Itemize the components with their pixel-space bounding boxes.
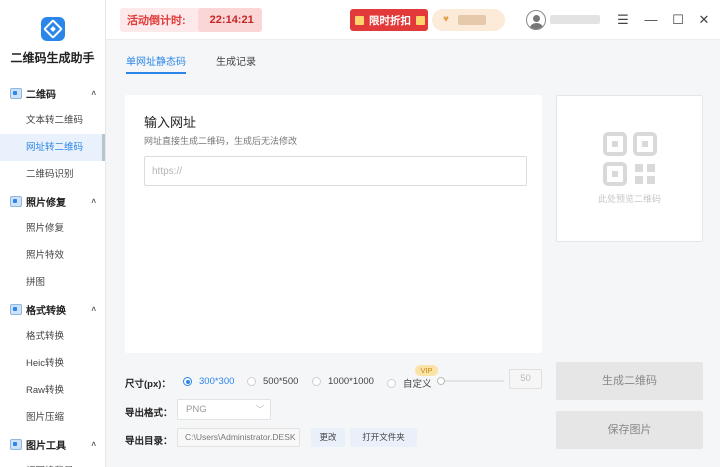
- promo-label: 限时折扣: [369, 14, 411, 27]
- directory-label: 导出目录：: [125, 436, 173, 447]
- sidebar-item-cutout[interactable]: 抠图换背景: [0, 458, 105, 467]
- open-folder-button[interactable]: 打开文件夹: [350, 428, 417, 447]
- input-panel-hint: 网址直接生成二维码，生成后无法修改: [144, 136, 298, 146]
- chevron-down-icon: ﹀: [256, 405, 264, 414]
- sidebar-nav: 二维码 ˄ 文本转二维码 网址转二维码 二维码识别 照片修复 ˄ 照片修复 照片…: [0, 80, 105, 467]
- app-brand: 二维码生成助手: [0, 0, 105, 80]
- countdown-banner[interactable]: 活动倒计时: 22:14:21: [120, 8, 262, 32]
- sidebar-group-label: 格式转换: [26, 306, 66, 317]
- sidebar-item-text-to-qrcode[interactable]: 文本转二维码: [0, 107, 105, 134]
- size-option-label: 自定义: [403, 379, 432, 390]
- sidebar-item-qrcode-recognize[interactable]: 二维码识别: [0, 161, 105, 188]
- generate-qrcode-button[interactable]: 生成二维码: [556, 362, 703, 400]
- main-content: 单网址静态码 生成记录 输入网址 网址直接生成二维码，生成后无法修改 此处预览二…: [106, 40, 720, 467]
- sidebar-item-collage[interactable]: 拼图: [0, 269, 105, 296]
- sidebar-item-photo-repair[interactable]: 照片修复: [0, 215, 105, 242]
- maximize-icon[interactable]: ☐: [669, 11, 687, 29]
- app-title: 二维码生成助手: [10, 51, 95, 65]
- custom-size-slider-track[interactable]: [444, 380, 504, 382]
- top-bar: 活动倒计时: 22:14:21 限时折扣 ♥ ☰ — ☐ ✕: [106, 0, 720, 40]
- sidebar-group-label: 二维码: [26, 90, 56, 101]
- size-option-label: 1000*1000: [328, 376, 374, 387]
- size-option-500[interactable]: 500*500: [247, 376, 298, 387]
- sidebar-item-raw-convert[interactable]: Raw转换: [0, 377, 105, 404]
- qr-code-icon: [603, 132, 657, 186]
- sidebar-item-format-convert[interactable]: 格式转换: [0, 323, 105, 350]
- custom-size-slider-handle[interactable]: [437, 377, 445, 385]
- vip-membership-button[interactable]: ♥: [432, 9, 505, 31]
- size-option-label: 500*500: [263, 376, 299, 387]
- url-input[interactable]: [144, 156, 527, 186]
- chevron-up-icon[interactable]: ˄: [91, 89, 96, 98]
- promo-discount-button[interactable]: 限时折扣: [350, 9, 428, 31]
- sidebar-item-image-compress[interactable]: 图片压缩: [0, 404, 105, 431]
- close-icon[interactable]: ✕: [695, 11, 713, 29]
- preview-caption: 此处预览二维码: [597, 194, 661, 204]
- save-image-button[interactable]: 保存图片: [556, 411, 703, 449]
- radio-icon: [247, 377, 256, 386]
- format-label: 导出格式：: [125, 408, 173, 419]
- tab-bar: 单网址静态码 生成记录: [106, 40, 720, 77]
- username-obscured[interactable]: [550, 15, 600, 24]
- radio-checked-icon: [183, 377, 192, 386]
- sidebar-group-qrcode[interactable]: 二维码 ˄: [0, 80, 105, 107]
- vip-heart-icon: ♥: [443, 14, 449, 25]
- tab-history[interactable]: 生成记录: [216, 53, 256, 68]
- input-panel-title: 输入网址: [144, 115, 197, 130]
- sidebar-item-photo-effects[interactable]: 照片特效: [0, 242, 105, 269]
- countdown-label: 活动倒计时:: [127, 15, 186, 27]
- minimize-icon[interactable]: —: [642, 11, 660, 29]
- format-convert-group-icon: [10, 304, 22, 315]
- sidebar-group-label: 图片工具: [26, 441, 66, 452]
- sidebar-item-heic-convert[interactable]: Heic转换: [0, 350, 105, 377]
- qrcode-group-icon: [10, 88, 22, 99]
- photo-repair-group-icon: [10, 196, 22, 207]
- countdown-timer: 22:14:21: [197, 8, 262, 32]
- size-label: 尺寸(px)：: [125, 379, 171, 390]
- format-select[interactable]: PNG ﹀: [177, 399, 271, 420]
- sidebar-group-format-convert[interactable]: 格式转换 ˄: [0, 296, 105, 323]
- chevron-up-icon[interactable]: ˄: [91, 440, 96, 449]
- custom-size-input[interactable]: 50: [509, 369, 542, 389]
- menu-icon[interactable]: ☰: [614, 11, 632, 29]
- sidebar-item-url-to-qrcode[interactable]: 网址转二维码: [0, 134, 105, 161]
- export-path-field[interactable]: C:\Users\Administrator.DESK: [177, 428, 300, 447]
- sidebar-group-label: 照片修复: [26, 198, 66, 209]
- change-directory-button[interactable]: 更改: [311, 428, 345, 447]
- size-option-custom[interactable]: 自定义: [387, 376, 432, 390]
- vip-label-obscured: [458, 15, 486, 25]
- size-option-1000[interactable]: 1000*1000: [312, 376, 374, 387]
- vip-badge: VIP: [415, 365, 438, 376]
- sidebar-group-photo-repair[interactable]: 照片修复 ˄: [0, 188, 105, 215]
- chevron-up-icon[interactable]: ˄: [91, 305, 96, 314]
- image-tools-group-icon: [10, 439, 22, 450]
- radio-icon: [312, 377, 321, 386]
- format-value: PNG: [186, 404, 207, 415]
- user-avatar[interactable]: [526, 10, 546, 30]
- radio-icon: [387, 378, 396, 388]
- size-option-300[interactable]: 300*300: [183, 376, 234, 387]
- qrcode-preview-panel: 此处预览二维码: [556, 95, 703, 242]
- app-logo-icon: [40, 17, 65, 41]
- tab-single-url-static[interactable]: 单网址静态码: [126, 53, 186, 74]
- chevron-up-icon[interactable]: ˄: [91, 197, 96, 206]
- size-option-label: 300*300: [199, 376, 235, 387]
- gift-icon: [416, 15, 425, 25]
- sidebar: 二维码生成助手 二维码 ˄ 文本转二维码 网址转二维码 二维码识别 照片修复 ˄…: [0, 0, 106, 467]
- gift-icon: [355, 15, 364, 25]
- sidebar-group-image-tools[interactable]: 图片工具 ˄: [0, 431, 105, 458]
- url-input-panel: 输入网址 网址直接生成二维码，生成后无法修改: [125, 95, 542, 353]
